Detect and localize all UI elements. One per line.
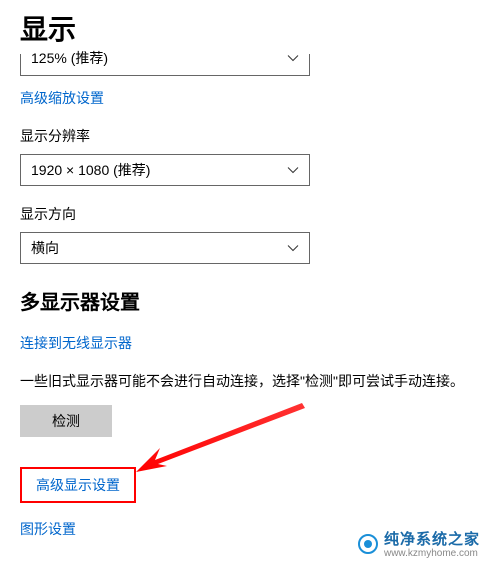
wireless-display-link[interactable]: 连接到无线显示器 — [20, 333, 132, 353]
resolution-value: 1920 × 1080 (推荐) — [31, 160, 150, 180]
watermark-icon — [358, 534, 378, 554]
highlight-annotation: 高级显示设置 — [20, 467, 136, 503]
orientation-value: 横向 — [31, 238, 59, 258]
orientation-label: 显示方向 — [20, 204, 480, 224]
multi-display-section-title: 多显示器设置 — [20, 286, 480, 315]
advanced-scale-link[interactable]: 高级缩放设置 — [20, 88, 104, 108]
watermark: 纯净系统之家 www.kzmyhome.com — [358, 528, 480, 559]
advanced-display-link[interactable]: 高级显示设置 — [36, 475, 120, 495]
resolution-label: 显示分辨率 — [20, 126, 480, 146]
resolution-dropdown[interactable]: 1920 × 1080 (推荐) — [20, 154, 310, 186]
scale-dropdown[interactable]: 125% (推荐) — [20, 54, 310, 76]
graphics-settings-link[interactable]: 图形设置 — [20, 519, 76, 539]
detect-button[interactable]: 检测 — [20, 405, 112, 437]
watermark-url: www.kzmyhome.com — [384, 549, 480, 559]
page-title: 显示 — [20, 8, 480, 48]
watermark-brand: 纯净系统之家 — [384, 528, 480, 549]
chevron-down-icon — [287, 242, 299, 254]
scale-value: 125% (推荐) — [31, 48, 108, 68]
orientation-dropdown[interactable]: 横向 — [20, 232, 310, 264]
legacy-display-text: 一些旧式显示器可能不会进行自动连接，选择"检测"即可尝试手动连接。 — [20, 371, 480, 391]
chevron-down-icon — [287, 164, 299, 176]
chevron-down-icon — [287, 52, 299, 64]
